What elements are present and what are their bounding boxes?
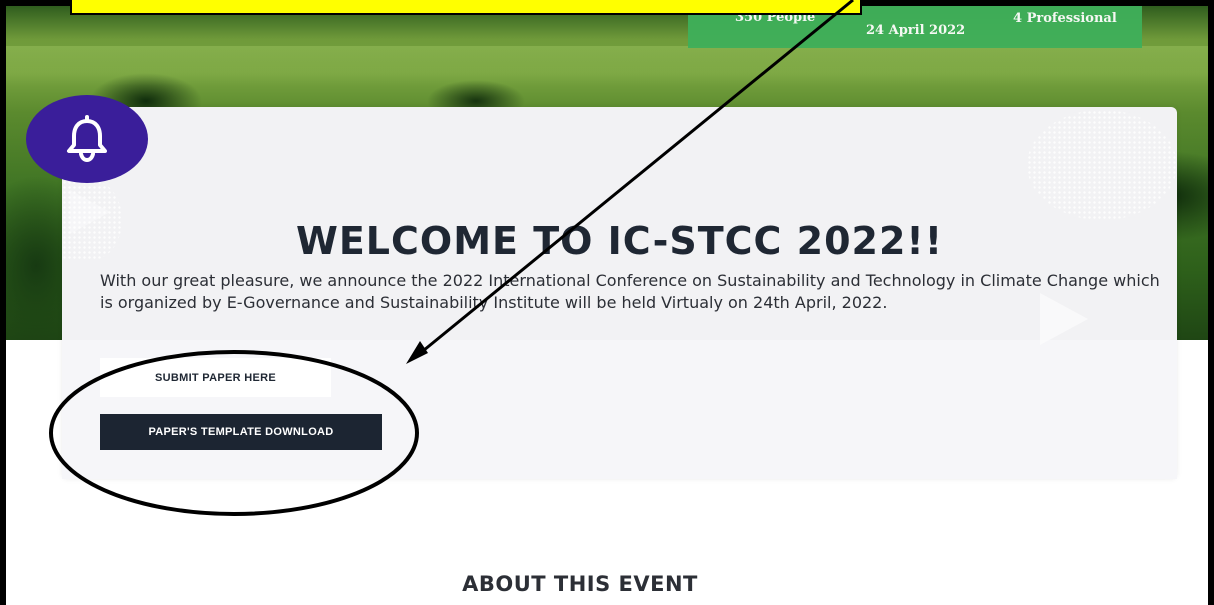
notification-badge[interactable] [26, 95, 148, 183]
welcome-title: WELCOME TO IC-STCC 2022!! [295, 219, 944, 264]
dot-pattern-decoration [1027, 110, 1177, 220]
stat-professional: 4 Professional [1013, 11, 1117, 26]
highlight-marker [70, 0, 862, 15]
welcome-intro-text: With our great pleasure, we announce the… [100, 271, 1160, 312]
hero-horizon [6, 46, 1208, 86]
template-download-button[interactable]: PAPER'S TEMPLATE DOWNLOAD [100, 414, 382, 450]
about-event-heading: ABOUT THIS EVENT [462, 572, 698, 597]
stat-date: 24 April 2022 [866, 23, 966, 38]
submit-paper-button[interactable]: SUBMIT PAPER HERE [100, 358, 331, 397]
bell-icon [67, 115, 107, 163]
